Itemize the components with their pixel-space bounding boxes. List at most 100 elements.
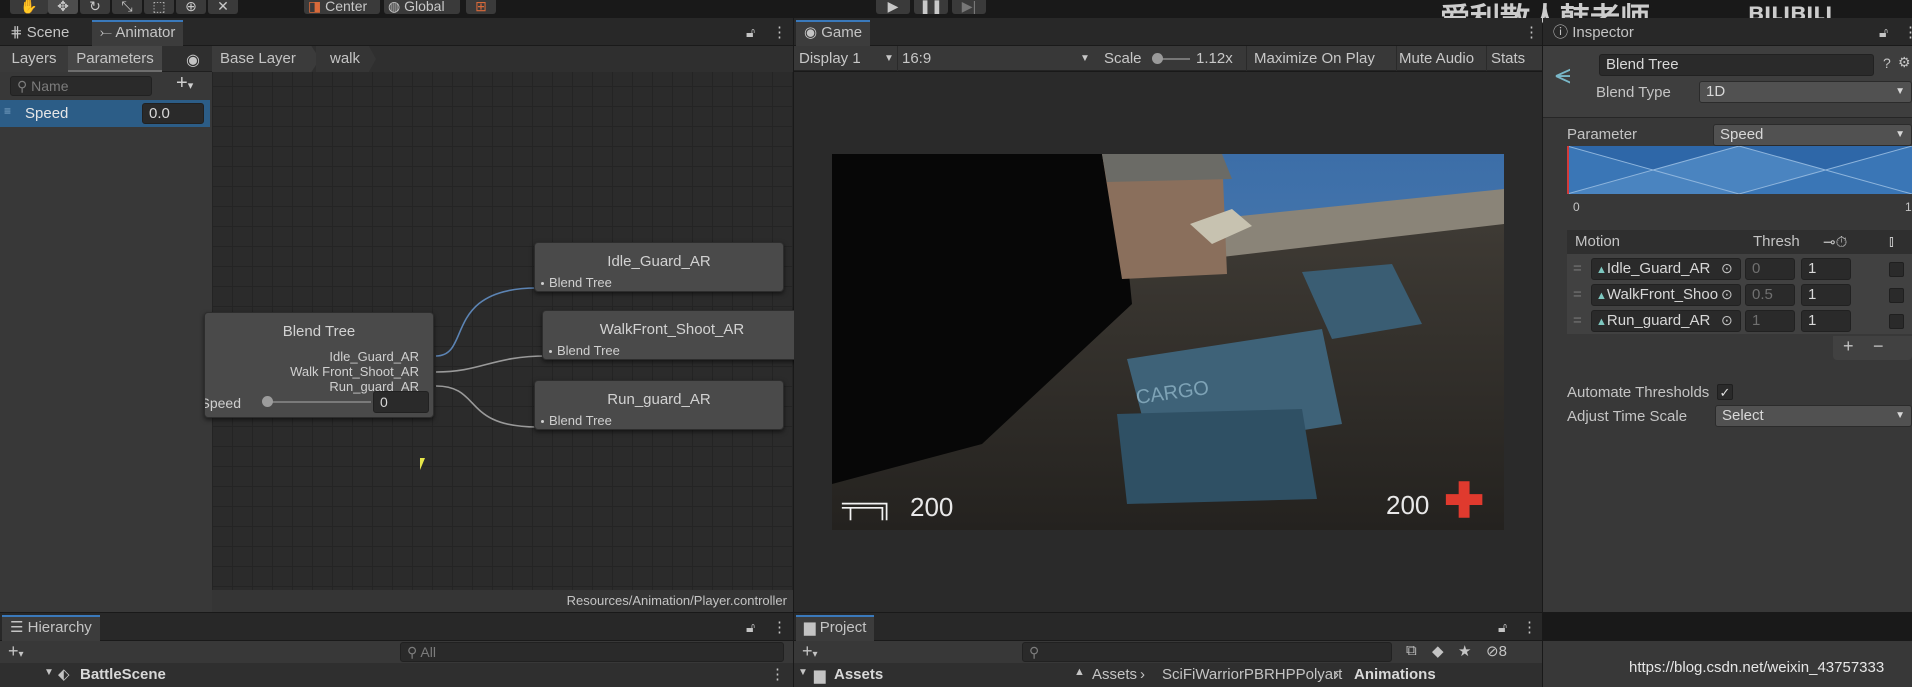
drag-handle-icon[interactable]: = bbox=[1573, 260, 1582, 277]
object-picker-icon[interactable]: ⊙ bbox=[1721, 286, 1733, 303]
help-icon[interactable]: ? bbox=[1883, 55, 1891, 71]
tab-hierarchy[interactable]: ☰ Hierarchy bbox=[2, 615, 100, 641]
more-menu-icon[interactable]: ⋮ bbox=[772, 23, 787, 41]
rotate-tool-icon[interactable]: ↻ bbox=[80, 0, 110, 14]
hand-tool-icon[interactable]: ✋ bbox=[10, 0, 48, 14]
parameter-value-input[interactable]: 0.0 bbox=[142, 103, 204, 124]
drag-handle-icon[interactable]: = bbox=[1573, 286, 1582, 303]
search-by-label-icon[interactable]: ◆ bbox=[1432, 642, 1444, 660]
motion-field[interactable]: ▲WalkFront_Shoo bbox=[1591, 284, 1741, 306]
remove-motion-button[interactable]: − bbox=[1873, 336, 1884, 357]
project-more-icon[interactable]: ⋮ bbox=[1522, 618, 1537, 636]
scene-more-icon[interactable]: ⋮ bbox=[770, 665, 785, 683]
display-dropdown[interactable]: Display 1 bbox=[799, 46, 861, 71]
object-name-input[interactable]: Blend Tree bbox=[1599, 54, 1874, 76]
breadcrumb-animations[interactable]: Animations bbox=[1354, 666, 1436, 683]
time-scale-input[interactable]: 1 bbox=[1801, 310, 1851, 332]
blend-value-input[interactable]: 0 bbox=[373, 391, 429, 413]
motion-node-run[interactable]: Run_guard_AR Blend Tree bbox=[534, 380, 784, 430]
add-motion-button[interactable]: + bbox=[1843, 336, 1854, 357]
breadcrumb-scifi-warrior[interactable]: SciFiWarriorPBRHPPolyart bbox=[1162, 666, 1342, 683]
tab-layers[interactable]: Layers bbox=[0, 46, 68, 72]
threshold-input[interactable]: 0.5 bbox=[1745, 284, 1795, 306]
mute-audio-toggle[interactable]: Mute Audio bbox=[1399, 46, 1474, 71]
object-picker-icon[interactable]: ⊙ bbox=[1721, 312, 1733, 329]
adjust-time-scale-dropdown[interactable]: Select ▼ bbox=[1715, 405, 1912, 427]
parameter-search-input[interactable]: ⚲ Name bbox=[10, 76, 152, 96]
stats-toggle[interactable]: Stats bbox=[1491, 46, 1525, 71]
inspector-more-icon[interactable]: ⋮ bbox=[1903, 23, 1912, 41]
scene-name: BattleScene bbox=[80, 666, 166, 683]
game-more-menu-icon[interactable]: ⋮ bbox=[1524, 23, 1539, 41]
drag-handle-icon[interactable]: ≡ bbox=[4, 104, 11, 118]
parameter-dropdown[interactable]: Speed ▼ bbox=[1713, 124, 1912, 146]
play-button[interactable]: ▶ bbox=[876, 0, 910, 14]
step-button[interactable]: ▶| bbox=[952, 0, 986, 14]
project-lock-icon[interactable]: 🔓︎ bbox=[1498, 619, 1507, 636]
hierarchy-search-input[interactable]: ⚲ All bbox=[400, 642, 784, 662]
object-picker-icon[interactable]: ⊙ bbox=[1721, 260, 1733, 277]
tab-project[interactable]: ▆ Project bbox=[796, 615, 875, 641]
animator-graph[interactable]: Base Layer walk Blend Tree Idle_Guard_AR… bbox=[204, 46, 802, 612]
scale-tool-icon[interactable]: ⤡ bbox=[112, 0, 142, 14]
create-button[interactable]: +▾ bbox=[8, 641, 24, 662]
project-search-input[interactable]: ⚲ bbox=[1022, 642, 1392, 662]
snap-icon[interactable]: ⊞ bbox=[466, 0, 496, 14]
settings-gear-icon[interactable]: ⚙ bbox=[1898, 54, 1911, 71]
tab-parameters[interactable]: Parameters bbox=[68, 46, 162, 72]
motion-row[interactable]: = ▲WalkFront_Shoo ⊙ 0.5 1 bbox=[1567, 282, 1912, 308]
blend-slider-track[interactable] bbox=[267, 401, 371, 403]
assets-folder-label[interactable]: Assets bbox=[834, 666, 883, 683]
mirror-checkbox[interactable] bbox=[1889, 288, 1904, 303]
parameter-row-speed[interactable]: ≡ Speed 0.0 bbox=[0, 100, 210, 127]
hierarchy-scene-row[interactable]: ▼ ⬖ BattleScene ⋮ bbox=[0, 663, 793, 687]
tab-game[interactable]: ◉ Game bbox=[796, 20, 871, 46]
favorites-star-icon[interactable]: ★ bbox=[1458, 642, 1471, 660]
mirror-checkbox[interactable] bbox=[1889, 314, 1904, 329]
mirror-checkbox[interactable] bbox=[1889, 262, 1904, 277]
tab-animator[interactable]: ⤚ Animator bbox=[92, 20, 184, 46]
drag-handle-icon[interactable]: = bbox=[1573, 312, 1582, 329]
motion-node-walk[interactable]: WalkFront_Shoot_AR Blend Tree bbox=[542, 310, 802, 360]
expand-triangle-icon[interactable]: ▼ bbox=[798, 667, 808, 678]
motion-field[interactable]: ▲Run_guard_AR bbox=[1591, 310, 1741, 332]
maximize-on-play-toggle[interactable]: Maximize On Play bbox=[1254, 46, 1375, 71]
tab-inspector[interactable]: ⓘ Inspector bbox=[1545, 20, 1642, 46]
motion-row[interactable]: = ▲Run_guard_AR ⊙ 1 1 bbox=[1567, 308, 1912, 334]
hierarchy-more-icon[interactable]: ⋮ bbox=[772, 618, 787, 636]
expand-triangle-icon[interactable]: ▼ bbox=[44, 667, 54, 678]
motion-field[interactable]: ▲Idle_Guard_AR bbox=[1591, 258, 1741, 280]
rect-tool-icon[interactable]: ⬚ bbox=[144, 0, 174, 14]
hierarchy-lock-icon[interactable]: 🔓︎ bbox=[746, 619, 755, 636]
search-by-type-icon[interactable]: ⧉ bbox=[1406, 642, 1417, 659]
add-parameter-button[interactable]: +▾ bbox=[176, 72, 193, 95]
pivot-toggle[interactable]: ◨ Center bbox=[304, 0, 380, 14]
lock-icon[interactable]: 🔓︎ bbox=[746, 24, 755, 41]
project-create-button[interactable]: +▾ bbox=[802, 641, 818, 662]
time-scale-input[interactable]: 1 bbox=[1801, 258, 1851, 280]
blend-slider-handle[interactable] bbox=[262, 396, 273, 407]
inspector-lock-icon[interactable]: 🔓︎ bbox=[1879, 24, 1888, 41]
breadcrumb-assets[interactable]: Assets bbox=[1092, 666, 1137, 683]
blend-tree-node[interactable]: Blend Tree Idle_Guard_AR Walk Front_Shoo… bbox=[204, 312, 434, 418]
space-toggle[interactable]: ◍ Global bbox=[384, 0, 460, 14]
automate-thresholds-checkbox[interactable]: ✓ bbox=[1717, 384, 1733, 400]
custom-tool-icon[interactable]: ✕ bbox=[208, 0, 238, 14]
hidden-packages-icon[interactable]: ⊘8 bbox=[1486, 642, 1507, 660]
motion-row[interactable]: = ▲Idle_Guard_AR ⊙ 0 1 bbox=[1567, 256, 1912, 282]
transform-tool-icon[interactable]: ⊕ bbox=[176, 0, 206, 14]
building-roof bbox=[1102, 154, 1232, 182]
threshold-input[interactable]: 1 bbox=[1745, 310, 1795, 332]
scale-slider-handle[interactable] bbox=[1152, 53, 1163, 64]
move-tool-icon[interactable]: ✥ bbox=[48, 0, 78, 14]
game-viewport[interactable]: CARGO ╤═╗ 200 200 ✚ bbox=[832, 154, 1504, 530]
tab-scene[interactable]: ⋕ Scene bbox=[2, 20, 77, 46]
time-scale-input[interactable]: 1 bbox=[1801, 284, 1851, 306]
blend-type-dropdown[interactable]: 1D ▼ bbox=[1699, 81, 1912, 103]
eye-icon[interactable]: ◉ bbox=[186, 50, 200, 70]
pause-button[interactable]: ❚❚ bbox=[914, 0, 948, 14]
game-scene: CARGO bbox=[832, 154, 1504, 530]
motion-node-idle[interactable]: Idle_Guard_AR Blend Tree bbox=[534, 242, 784, 292]
aspect-dropdown[interactable]: 16:9 bbox=[898, 46, 1094, 71]
threshold-input[interactable]: 0 bbox=[1745, 258, 1795, 280]
